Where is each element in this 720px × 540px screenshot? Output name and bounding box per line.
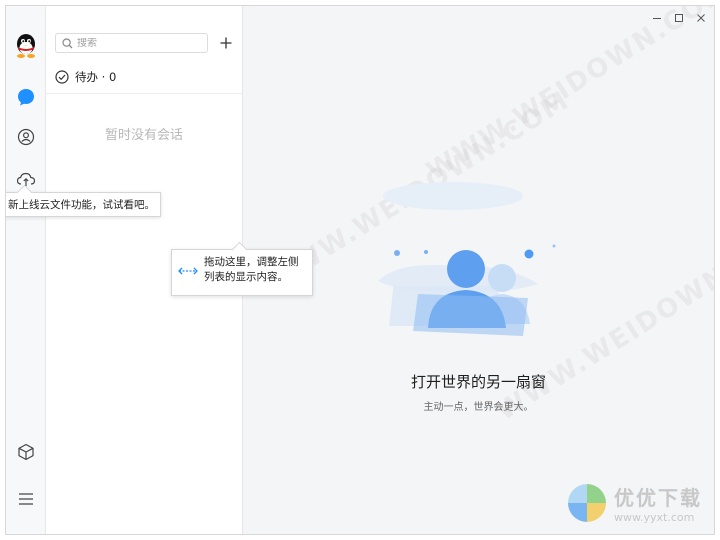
add-button[interactable] xyxy=(216,33,236,53)
todo-item[interactable]: 待办 · 0 xyxy=(55,68,116,86)
close-button[interactable] xyxy=(692,10,710,26)
menu-icon[interactable] xyxy=(13,486,39,512)
search-input[interactable] xyxy=(77,37,197,49)
window-controls xyxy=(648,10,710,26)
watermark-logo: 优优下载 www.yyxt.com xyxy=(566,482,702,524)
slogan-title: 打开世界的另一扇窗 xyxy=(410,373,546,391)
brand-url: www.yyxt.com xyxy=(614,511,695,524)
brand-name: 优优下载 xyxy=(614,486,702,510)
qq-avatar-icon[interactable] xyxy=(13,33,39,59)
divider xyxy=(46,93,242,94)
main-area: WWW.WEIDOWN.COM WWW.WEIDOWN.COM WWW.WEID… xyxy=(243,6,714,534)
minimize-button[interactable] xyxy=(648,10,666,26)
tooltip-line: 拖动这里，调整左侧 xyxy=(204,256,299,268)
cloud-file-tooltip: 新上线云文件功能，试试看吧。 xyxy=(6,192,161,217)
drag-tooltip: 拖动这里，调整左侧 列表的显示内容。 xyxy=(171,249,313,296)
message-icon[interactable] xyxy=(13,84,39,110)
empty-session-text: 暂时没有会话 xyxy=(104,128,183,143)
maximize-icon xyxy=(675,14,683,22)
tooltip-line: 列表的显示内容。 xyxy=(204,271,288,283)
cube-icon[interactable] xyxy=(13,439,39,465)
brand-logo-icon xyxy=(568,484,606,522)
search-icon xyxy=(62,37,73,48)
qq-window: 待办 · 0 暂时没有会话 WWW.WEIDOWN.COM WWW.WEIDOW… xyxy=(5,5,715,535)
maximize-button[interactable] xyxy=(670,10,688,26)
todo-label: 待办 · 0 xyxy=(75,70,117,84)
drag-arrows-icon xyxy=(178,267,198,275)
people-illustration xyxy=(378,182,556,336)
watermark-text: WWW.WEIDOWN.COM xyxy=(421,5,715,187)
check-circle-icon xyxy=(55,70,69,84)
plus-icon xyxy=(220,37,232,49)
tooltip-text: 新上线云文件功能，试试看吧。 xyxy=(8,199,155,211)
contacts-icon[interactable] xyxy=(13,124,39,150)
slogan-subtitle: 主动一点，世界会更大。 xyxy=(423,402,534,413)
minimize-icon xyxy=(653,18,661,19)
search-box[interactable] xyxy=(55,33,208,53)
nav-rail xyxy=(6,6,46,534)
close-icon xyxy=(697,14,705,22)
